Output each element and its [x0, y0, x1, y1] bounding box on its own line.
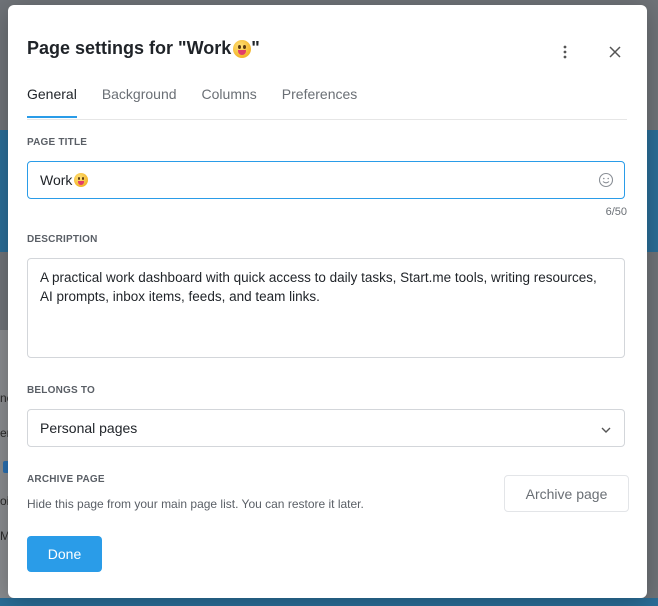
- tab-columns[interactable]: Columns: [202, 86, 257, 119]
- tab-preferences[interactable]: Preferences: [282, 86, 357, 119]
- character-counter: 6/50: [605, 206, 627, 218]
- belongs-to-select[interactable]: Personal pages: [27, 409, 625, 447]
- description-label: DESCRIPTION: [27, 234, 98, 245]
- grinning-face-with-tongue-icon: [233, 39, 252, 58]
- page-title-label: PAGE TITLE: [27, 137, 88, 148]
- page-title-input[interactable]: Work: [27, 161, 625, 199]
- archive-page-button[interactable]: Archive page: [504, 475, 629, 512]
- page-title-value: Work: [40, 172, 89, 188]
- settings-tabs: General Background Columns Preferences: [27, 86, 627, 120]
- grinning-face-with-tongue-icon: [74, 173, 89, 187]
- dialog-title: Page settings for "Work ": [27, 38, 260, 59]
- belongs-to-label: BELONGS TO: [27, 385, 95, 396]
- background-app-footer: [0, 598, 658, 606]
- done-button[interactable]: Done: [27, 536, 102, 572]
- tab-general[interactable]: General: [27, 86, 77, 119]
- belongs-to-value: Personal pages: [40, 420, 138, 436]
- page-title-text: Work: [40, 172, 73, 188]
- emoji-picker-icon[interactable]: [598, 172, 614, 188]
- close-icon[interactable]: [605, 42, 625, 62]
- tab-background[interactable]: Background: [102, 86, 177, 119]
- more-options-icon[interactable]: [555, 42, 575, 62]
- archive-page-label: ARCHIVE PAGE: [27, 474, 105, 485]
- description-textarea[interactable]: A practical work dashboard with quick ac…: [27, 258, 625, 358]
- chevron-down-icon: [600, 423, 612, 435]
- page-settings-dialog: Page settings for "Work " General Backgr…: [8, 5, 647, 598]
- dialog-title-suffix: ": [251, 38, 260, 58]
- archive-page-description: Hide this page from your main page list.…: [27, 497, 364, 511]
- dialog-title-prefix: Page settings for "Work: [27, 38, 232, 58]
